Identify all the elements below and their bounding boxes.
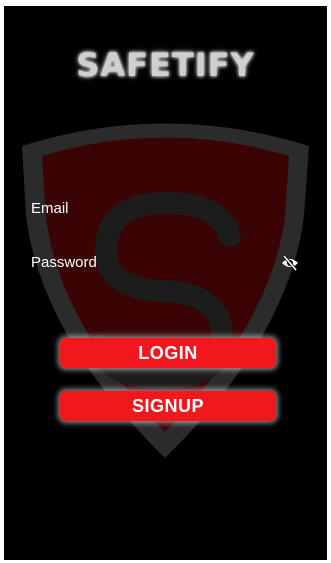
- signup-button[interactable]: SIGNUP: [60, 391, 276, 421]
- eye-slash-icon[interactable]: [280, 254, 300, 272]
- shield-logo-background: [22, 123, 309, 458]
- password-field[interactable]: Password: [31, 254, 97, 271]
- app-screen: SAFETIFY Email Password LOGIN SIGNUP: [4, 6, 327, 560]
- login-button[interactable]: LOGIN: [60, 338, 276, 368]
- email-field[interactable]: Email: [31, 200, 69, 217]
- app-title: SAFETIFY: [76, 46, 255, 84]
